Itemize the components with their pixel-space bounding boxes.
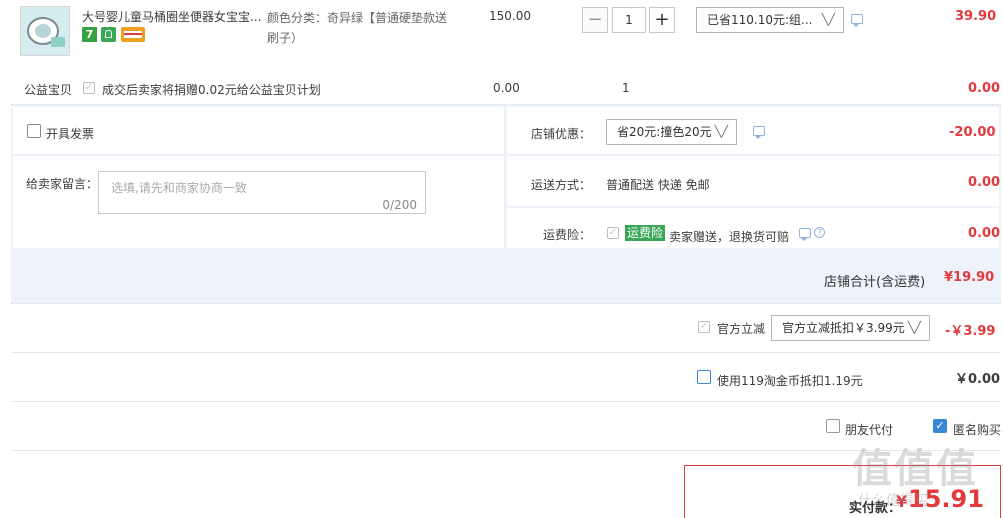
chat-icon[interactable]: [753, 126, 765, 139]
watermark-logo: 值值值: [852, 446, 978, 492]
shipping-label: 运送方式：: [531, 178, 592, 192]
official-discount-select[interactable]: 官方立减抵扣￥3.99元 ╲╱: [771, 315, 930, 341]
message-textarea[interactable]: 选填,请先和商家协商一致 0/200: [98, 171, 426, 214]
product-thumbnail[interactable]: [20, 6, 70, 56]
insurance-tag: 运费险: [625, 225, 666, 241]
coins-checkbox[interactable]: [697, 370, 711, 384]
insurance-amount: 0.00: [968, 226, 1001, 241]
quantity-increase-button[interactable]: +: [649, 7, 675, 33]
insurance-checkbox[interactable]: ✓: [607, 227, 619, 239]
charity-price: 0.00: [493, 81, 520, 95]
friend-pay-checkbox[interactable]: [826, 419, 840, 433]
shipping-amount: 0.00: [968, 175, 1001, 190]
invoice-label: 开具发票: [46, 127, 95, 141]
divider: [11, 352, 1001, 353]
help-icon[interactable]: ?: [814, 227, 825, 238]
message-label: 给卖家留言：: [26, 177, 99, 191]
chevron-down-icon: ╲╱: [907, 321, 921, 334]
unit-price: 150.00: [489, 9, 531, 23]
seven-day-return-badge[interactable]: 7: [82, 27, 97, 42]
shop-total-label: 店铺合计(含运费): [824, 275, 926, 290]
shop-total-amount: ¥19.90: [944, 270, 995, 285]
item-discount-select[interactable]: 已省110.10元:组... ╲╱: [696, 7, 844, 33]
product-spec-line1: 颜色分类：奇异绿【普通硬垫款送: [267, 11, 448, 25]
charity-checkbox[interactable]: ✓: [83, 82, 95, 94]
anonymous-purchase-checkbox[interactable]: ✓: [933, 419, 947, 433]
charity-qty: 1: [622, 81, 630, 95]
divider: [11, 303, 1001, 304]
shop-discount-amount: -20.00: [949, 125, 996, 140]
coins-label: 使用119淘金币抵扣1.19元: [717, 374, 863, 388]
watermark-subtitle: 什么值得买: [858, 493, 928, 509]
chat-icon[interactable]: [851, 14, 863, 27]
shipping-value: 普通配送 快递 免邮: [606, 178, 710, 192]
charity-label: 公益宝贝: [24, 83, 73, 97]
quantity-decrease-button[interactable]: −: [582, 7, 608, 33]
chat-icon[interactable]: [799, 228, 811, 241]
insurance-text: 卖家赠送，退换货可赔: [669, 230, 790, 244]
shop-discount-label: 店铺优惠：: [531, 127, 592, 141]
insurance-label: 运费险：: [543, 228, 592, 242]
shop-discount-select[interactable]: 省20元:撞色20元 ╲╱: [606, 119, 737, 145]
item-discount-select-value: 已省110.10元:组...: [707, 13, 813, 27]
official-discount-label: 官方立减: [717, 322, 766, 336]
credit-card-badge-icon[interactable]: [121, 27, 145, 42]
charity-subtotal: 0.00: [968, 81, 1001, 96]
item-subtotal: 39.90: [955, 9, 997, 24]
product-spec-line2: 刷子）: [267, 31, 304, 45]
official-discount-amount: -￥3.99: [945, 324, 996, 339]
official-discount-checkbox[interactable]: ✓: [698, 321, 710, 333]
quality-badge-icon[interactable]: [101, 27, 116, 42]
toilet-seat-image: [21, 7, 69, 55]
message-placeholder: 选填,请先和商家协商一致: [111, 181, 247, 195]
product-title[interactable]: 大号婴儿童马桶圈坐便器女宝宝...: [82, 8, 262, 25]
chevron-down-icon: ╲╱: [714, 125, 728, 138]
charity-text: 成交后卖家将捐赠0.02元给公益宝贝计划: [102, 83, 321, 97]
official-discount-select-value: 官方立减抵扣￥3.99元: [782, 321, 905, 335]
quantity-input[interactable]: 1: [612, 7, 646, 33]
coins-amount: ￥0.00: [955, 372, 1001, 387]
shop-discount-select-value: 省20元:撞色20元: [617, 125, 712, 139]
chevron-down-icon: ╲╱: [821, 13, 835, 26]
invoice-checkbox[interactable]: [27, 124, 41, 138]
message-char-count: 0/200: [382, 198, 417, 212]
divider: [11, 401, 1001, 402]
